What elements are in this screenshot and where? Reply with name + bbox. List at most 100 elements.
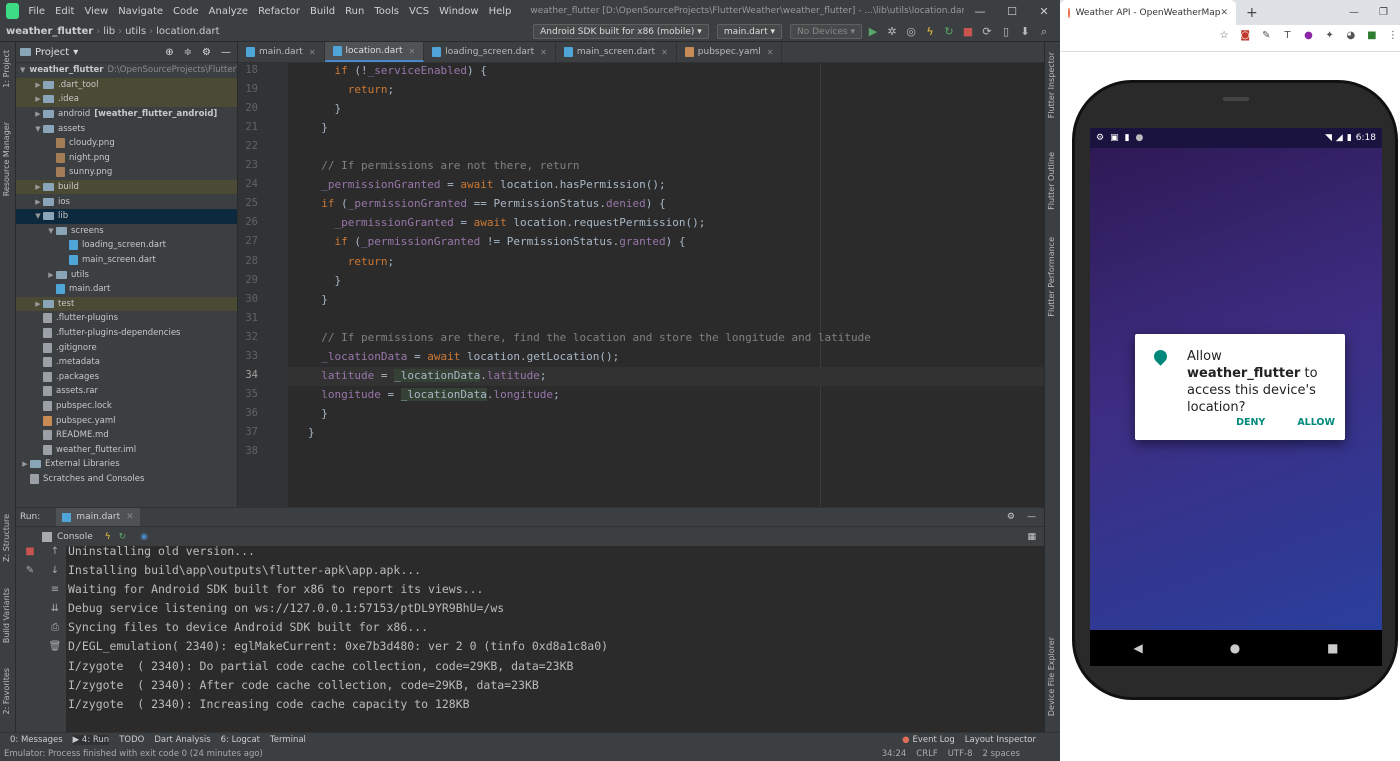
breadcrumb-item[interactable]: weather_flutter	[6, 26, 93, 37]
breadcrumb-item[interactable]: location.dart	[156, 26, 219, 37]
project-tree-item[interactable]: ▶ .idea	[16, 92, 237, 107]
menu-run[interactable]: Run	[340, 6, 369, 17]
editor-tab[interactable]: pubspec.yaml ✕	[677, 42, 783, 62]
star-icon[interactable]: ☆	[1217, 30, 1231, 46]
pocket-icon[interactable]: ◙	[1238, 30, 1252, 46]
hide-icon[interactable]: —	[221, 47, 231, 58]
avd-manager-icon[interactable]: ▯	[998, 25, 1014, 38]
chevron-right-icon[interactable]: ▶	[33, 110, 43, 118]
devtools-icon[interactable]: ◉	[140, 532, 148, 542]
close-icon[interactable]: ✕	[1220, 8, 1228, 18]
project-tree-item[interactable]: main.dart	[16, 282, 237, 297]
project-tree-item[interactable]: pubspec.yaml	[16, 413, 237, 428]
hot-restart-icon[interactable]: ↻	[119, 532, 127, 542]
menu-view[interactable]: View	[79, 6, 113, 17]
project-tree-item[interactable]: Scratches and Consoles	[16, 472, 237, 487]
hot-reload-icon[interactable]: ϟ	[105, 532, 111, 542]
caret-position[interactable]: 34:24	[882, 749, 907, 759]
project-tree-item[interactable]: ▼ lib	[16, 208, 237, 224]
pen-icon[interactable]: ✎	[1259, 30, 1273, 46]
menu-refactor[interactable]: Refactor	[253, 6, 305, 17]
recents-icon[interactable]: ■	[1327, 641, 1338, 655]
menu-code[interactable]: Code	[168, 6, 204, 17]
menu-tools[interactable]: Tools	[369, 6, 404, 17]
back-icon[interactable]: ◀	[1133, 641, 1142, 655]
debug-icon[interactable]: ✲	[884, 25, 900, 38]
puzzle-icon[interactable]: ✦	[1323, 30, 1337, 46]
chevron-right-icon[interactable]: ▶	[33, 300, 43, 308]
project-tree-item[interactable]: weather_flutter.iml	[16, 442, 237, 457]
deny-button[interactable]: DENY	[1236, 417, 1265, 428]
project-tree-item[interactable]: ▼ screens	[16, 224, 237, 239]
build-variants-tool-tab[interactable]: Build Variants	[2, 588, 11, 643]
maximize-icon[interactable]: ❐	[1379, 7, 1388, 18]
project-tree-item[interactable]: ▶ test	[16, 296, 237, 312]
collapse-icon[interactable]: ≑	[184, 47, 192, 58]
print-icon[interactable]: ⎙	[44, 622, 66, 641]
project-tree-item[interactable]: ▶ build	[16, 179, 237, 195]
project-tree-item[interactable]: .flutter-plugins-dependencies	[16, 326, 237, 341]
todo-tool[interactable]: TODO	[119, 735, 144, 745]
project-tree-item[interactable]: pubspec.lock	[16, 399, 237, 414]
project-tree-item[interactable]: ▶ ios	[16, 194, 237, 209]
home-icon[interactable]: ●	[1230, 641, 1240, 655]
project-tree-item[interactable]: ▶ android [weather_flutter_android]	[16, 107, 237, 122]
close-icon[interactable]: ✕	[309, 48, 316, 57]
soft-wrap-icon[interactable]: ≡	[44, 584, 66, 603]
breadcrumb-item[interactable]: lib	[103, 26, 115, 37]
flutter-inspector-tool-tab[interactable]: Flutter Inspector	[1047, 52, 1056, 118]
text-icon[interactable]: T	[1280, 30, 1294, 46]
chevron-down-icon[interactable]: ▾	[73, 47, 78, 58]
flutter-outline-tool-tab[interactable]: Flutter Outline	[1047, 152, 1056, 210]
project-tree-item[interactable]: night.png	[16, 151, 237, 166]
run-tool[interactable]: ▶ 4: Run	[72, 734, 110, 745]
structure-tool-tab[interactable]: Z: Structure	[2, 514, 11, 562]
editor-tab[interactable]: loading_screen.dart ✕	[424, 42, 556, 62]
devices-select[interactable]: No Devices ▾	[790, 24, 862, 39]
extension-icon[interactable]: ●	[1301, 30, 1315, 46]
indent-setting[interactable]: 2 spaces	[983, 749, 1020, 759]
maximize-icon[interactable]: ☐	[996, 5, 1028, 18]
pin-icon[interactable]: ✎	[16, 565, 44, 584]
chevron-down-icon[interactable]: ▼	[33, 125, 43, 133]
breadcrumb-item[interactable]: utils	[125, 26, 146, 37]
close-icon[interactable]: ✕	[540, 48, 547, 57]
sync-icon[interactable]: ⟳	[979, 25, 995, 38]
layout-inspector-tool[interactable]: Layout Inspector	[965, 735, 1036, 745]
avatar[interactable]: ◕	[1344, 30, 1358, 46]
resource-manager-tool-tab[interactable]: Resource Manager	[2, 122, 11, 196]
project-tree-item[interactable]: README.md	[16, 428, 237, 443]
search-icon[interactable]: ⌕	[1036, 25, 1052, 39]
minimize-icon[interactable]: —	[1349, 7, 1359, 18]
project-tree-item[interactable]: assets.rar	[16, 384, 237, 399]
menu-file[interactable]: File	[23, 6, 50, 17]
project-tree-item[interactable]: sunny.png	[16, 165, 237, 180]
chevron-down-icon[interactable]: ▼	[33, 212, 43, 220]
close-icon[interactable]: ✕	[1028, 5, 1060, 18]
console-output[interactable]: Uninstalling old version... Installing bu…	[68, 544, 1038, 733]
sdk-manager-icon[interactable]: ⬇	[1017, 25, 1033, 38]
browser-tab[interactable]: Weather API - OpenWeatherMap ✕	[1060, 0, 1236, 25]
menu-vcs[interactable]: VCS	[404, 6, 434, 17]
hot-restart-icon[interactable]: ↻	[941, 25, 957, 38]
chevron-right-icon[interactable]: ▶	[33, 198, 43, 206]
event-log-tool[interactable]: Event Log	[913, 735, 955, 745]
project-tree-item[interactable]: ▼ assets	[16, 121, 237, 136]
editor-tab[interactable]: main.dart ✕	[238, 42, 325, 62]
terminal-tool[interactable]: Terminal	[270, 735, 306, 745]
console-tab[interactable]: Console	[57, 532, 93, 542]
dart-analysis-tool[interactable]: Dart Analysis	[154, 735, 210, 745]
stop-icon[interactable]: ■	[960, 25, 976, 38]
code-editor[interactable]: 18 19 20 21 22 23 24 25 26 27 28 29 30 31 32 33 34 35 36 37…	[238, 63, 1044, 507]
minimize-icon[interactable]: —	[964, 5, 996, 18]
project-tree-item[interactable]: ▶ .dart_tool	[16, 77, 237, 93]
project-tree-item[interactable]: .metadata	[16, 355, 237, 370]
device-select[interactable]: Android SDK built for x86 (mobile) ▾	[533, 24, 709, 39]
project-tree-item[interactable]: .gitignore	[16, 340, 237, 355]
project-view-select[interactable]: Project	[35, 47, 69, 58]
chevron-right-icon[interactable]: ▶	[33, 81, 43, 89]
arrow-up-icon[interactable]: ↑	[44, 546, 66, 565]
gear-icon[interactable]: ⚙	[1007, 512, 1015, 522]
project-tree-item[interactable]: loading_screen.dart	[16, 238, 237, 253]
device-file-explorer-tool-tab[interactable]: Device File Explorer	[1047, 637, 1056, 716]
